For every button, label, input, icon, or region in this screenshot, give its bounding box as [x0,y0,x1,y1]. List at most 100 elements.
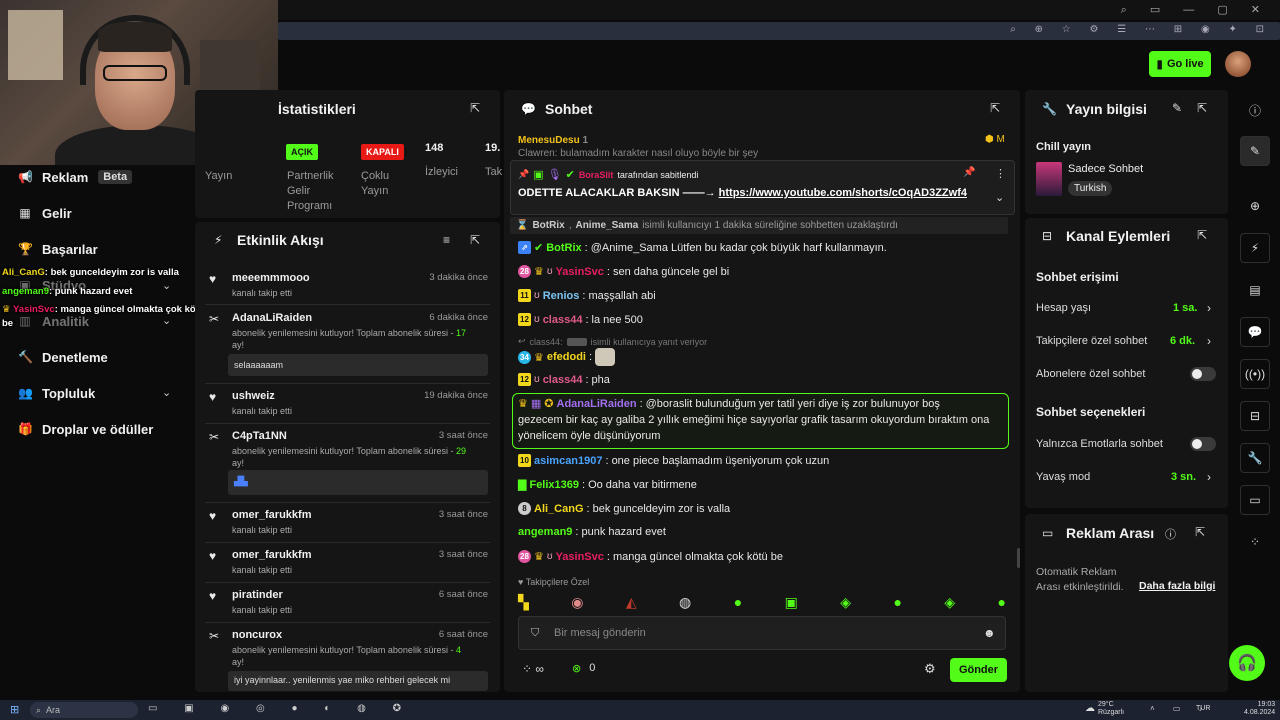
chat-message: ⇗ ✔ BotRix: @Anime_Sama Lütfen bu kadar … [518,241,887,254]
chat-input[interactable]: ⛉ Bir mesaj gönderin ☻ [518,616,1006,650]
chevron-right-icon[interactable]: › [1207,301,1211,315]
leaderboard-badge: ⬢ M [985,134,1005,145]
multistream-status-badge: KAPALI [361,142,404,160]
pinned-link[interactable]: https://www.youtube.com/shorts/cOqAD3ZZw… [719,187,967,199]
chevron-down-icon[interactable]: ⌄ [162,314,171,327]
window-icon[interactable]: ▭ [1240,485,1270,515]
chart-icon: ▥ [19,314,31,328]
unpin-icon[interactable]: 📌 [963,167,975,178]
emotes-only-toggle[interactable] [1190,437,1216,451]
taskbar-apps[interactable]: ▭ ▣ ◉ ◎ ● ◐ ◍ ✪ [148,703,413,714]
language-tag: Turkish [1068,181,1113,196]
windows-start-icon[interactable]: ⊞ [10,703,19,716]
chevron-down-icon[interactable]: ⌄ [995,191,1004,204]
clipboard-icon[interactable]: ▤ [1240,275,1270,305]
emote-icon[interactable]: ● [998,594,1006,610]
popout-icon[interactable]: ⇱ [1197,228,1207,242]
chat-message: angeman9: punk hazard evet [518,526,666,538]
activity-item: ✂ noncurox 6 saat önce abonelik yenileme… [205,629,490,691]
scrollbar[interactable] [1017,548,1020,568]
pinned-text: ODETTE ALACAKLAR BAKSIN ——→ https://www.… [518,187,967,199]
chevron-right-icon[interactable]: › [1207,334,1211,348]
wrench-icon: 🔧 [1042,102,1057,116]
weather[interactable]: 29°C Rüzgarlı [1098,701,1124,717]
chat-message: 11 ʊ Renios: maşşallah abi [518,289,656,302]
clock[interactable]: 19:03 4.08.2024 [1244,701,1275,717]
send-button[interactable]: Gönder [950,658,1007,682]
sidebar-item-reklam[interactable]: 📢 Reklam Beta [18,167,133,187]
gift-leaderboard: MenesuDesu 1 [518,135,589,146]
window-controls[interactable]: ⌕ ▭ — ▢ ✕ [1121,3,1270,17]
chat-access-heading: Sohbet erişimi [1036,270,1119,284]
chevron-right-icon[interactable]: › [1207,470,1211,484]
extension-icons[interactable]: ⌕ ⊕ ☆ ⚙ ☰ ⋯ ⊞ ◉ ✦ ⊡ [1010,24,1272,35]
sidebar-item-topluluk[interactable]: 👥 Topluluk [18,383,95,403]
sidebar-item-droplar[interactable]: 🎁 Droplar ve ödüller [18,419,153,439]
learn-more-link[interactable]: Daha fazla bilgi [1139,580,1215,592]
subs-only-toggle[interactable] [1190,367,1216,381]
popout-icon[interactable]: ⇱ [1197,101,1207,115]
emote-icon[interactable]: ● [893,594,901,610]
popout-icon[interactable]: ⇱ [990,101,1000,115]
popout-icon[interactable]: ⇱ [1195,525,1205,539]
resub-icon: ✂ [209,312,220,326]
overlay-chat-line: Ali_CanG: bek gunceldeyim zor is valla [2,267,179,278]
info-icon[interactable]: ⓘ [1240,95,1270,125]
chevron-down-icon[interactable]: ⌄ [162,386,171,399]
more-icon[interactable]: ⋮ [995,167,1006,180]
sidebar-item-basarilar[interactable]: 🏆 Başarılar [18,239,98,259]
edit-icon[interactable]: ✎ [1172,101,1182,115]
emote-icon[interactable]: ▚ [518,594,529,611]
bunny-icon: ʊ [546,266,553,277]
pinned-header: 📌 ▣ 🎙 ✔ BoraSlit tarafından sabitlendi [518,169,699,181]
emote-icon[interactable]: ◭ [626,594,637,611]
emote-icon[interactable]: ◈ [944,594,955,611]
activity-item: ✂ C4pTa1NN 3 saat önce abonelik yenileme… [205,430,490,496]
emote-icon [566,337,587,346]
go-live-button[interactable]: ▮ Go live [1149,51,1211,77]
popout-icon[interactable]: ⇱ [470,101,480,115]
emote-icon[interactable]: ◉ [571,594,583,611]
shield-icon: ⛉ [531,627,540,639]
address-bar[interactable]: ⌕ ⊕ ☆ ⚙ ☰ ⋯ ⊞ ◉ ✦ ⊡ [278,22,1280,40]
crosshair-icon[interactable]: ⊕ [1240,191,1270,221]
cat-emote-icon [595,348,616,366]
emote-icon[interactable]: ▣ [785,594,798,611]
chat-icon[interactable]: 💬 [1240,317,1270,347]
channel-points[interactable]: ⊗ 0 [572,662,595,675]
avatar[interactable] [1225,51,1251,77]
emote-icon[interactable]: ◍ [679,594,691,611]
timeout-notice: ⌛ BotRix, Anime_Sama isimli kullanıcıyı … [510,217,1008,234]
popout-icon[interactable]: ⇱ [470,233,480,247]
nodes-icon[interactable]: ⁘ [1240,527,1270,557]
emote-icon[interactable]: ● [734,594,742,610]
sliders-icon[interactable]: ⊟ [1240,401,1270,431]
infinity-icon[interactable]: ⁘ ∞ [522,662,544,676]
wrench-icon[interactable]: 🔧 [1240,443,1270,473]
lightning-icon[interactable]: ⚡ [1240,233,1270,263]
sidebar-item-gelir[interactable]: ▦ Gelir [18,203,71,223]
broadcast-icon[interactable]: ((•)) [1240,359,1270,389]
crown-icon: ♛ [534,551,544,563]
sidebar-item-denetleme[interactable]: 🔨 Denetleme [18,347,108,367]
channel-actions-panel [1025,218,1228,508]
category-name[interactable]: Sadece Sohbet [1068,163,1143,175]
category-thumbnail [1036,162,1062,196]
reply-icon: ↩ [518,336,526,346]
beta-badge: Beta [98,170,133,184]
pencil-icon[interactable]: ✎ [1240,136,1270,166]
taskbar: ⊞ ⌕ Ara ▭ ▣ ◉ ◎ ● ◐ ◍ ✪ ☁ 29°C Rüzgarlı ˄ … [0,700,1280,720]
viewer-count: 148 [425,142,444,154]
filter-icon[interactable]: ≡ [443,233,450,247]
chevron-down-icon[interactable]: ⌄ [162,279,171,292]
gear-icon[interactable]: ⚙ [924,661,936,677]
language-indicator[interactable]: TUR [1196,705,1210,712]
emote-icon[interactable]: ◈ [840,594,851,611]
emoji-icon[interactable]: ☻ [983,626,996,640]
info-icon[interactable]: ⓘ [1165,526,1176,542]
chat-message: 34 ♛ efedodi: [518,348,616,366]
activity-item: ♥ piratinder 6 saat önce kanalı takip et… [209,589,488,615]
taskbar-search[interactable]: ⌕ Ara [30,702,138,718]
help-button[interactable]: 🎧 [1229,645,1265,681]
hourglass-icon: ⌛ [516,220,529,231]
